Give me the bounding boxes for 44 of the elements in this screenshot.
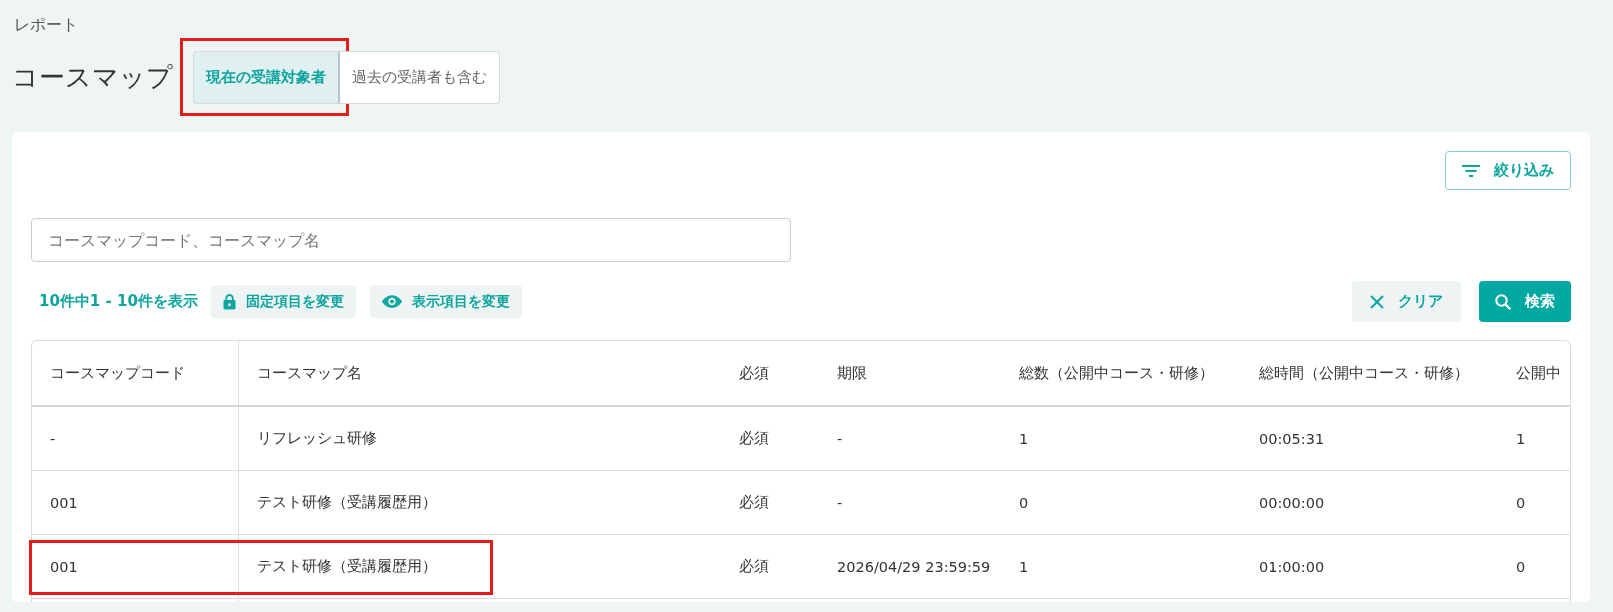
table-cell-text: 必須 <box>738 557 770 576</box>
table-cell: 001 <box>32 535 239 598</box>
tab[interactable]: 現在の受講対象者 <box>193 51 340 104</box>
result-count: 10件中1 - 10件を表示 <box>39 292 198 311</box>
table-cell-text: 00:00:00 <box>1258 493 1326 513</box>
table-cell-text: - <box>836 429 844 449</box>
column-header: 公開中 <box>1515 363 1562 383</box>
column-header: 必須 <box>738 363 770 383</box>
table-cell-text: テスト研修（受講履歴用） <box>256 493 438 512</box>
eye-icon <box>381 295 402 308</box>
column-header: コースマップ名 <box>256 363 363 383</box>
search-button[interactable]: 検索 <box>1479 281 1571 322</box>
table-cell-text: - <box>836 493 844 513</box>
table-cell-text: 0 <box>1018 493 1030 513</box>
filter-icon <box>1462 164 1480 177</box>
table-cell-text: 01:00:00 <box>1258 557 1326 577</box>
visible-columns-button[interactable]: 表示項目を変更 <box>369 285 522 318</box>
column-header: 総数（公開中コース・研修） <box>1018 363 1215 383</box>
close-icon <box>1370 294 1384 309</box>
lock-icon <box>222 293 236 310</box>
breadcrumb: レポート <box>13 15 79 35</box>
table-cell-text: 必須 <box>738 493 770 512</box>
column-header: 期限 <box>836 363 868 383</box>
fixed-columns-button[interactable]: 固定項目を変更 <box>210 285 356 318</box>
clear-button[interactable]: クリア <box>1352 281 1461 322</box>
table-cell-text: 必須 <box>738 429 770 448</box>
tab[interactable]: 過去の受講者も含む <box>340 51 500 104</box>
filter-button[interactable]: 絞り込み <box>1445 151 1571 190</box>
column-header: 総時間（公開中コース・研修） <box>1258 363 1470 383</box>
table-cell-text: 1 <box>1018 429 1030 449</box>
table-cell: 001 <box>32 471 239 534</box>
table-cell-text: リフレッシュ研修 <box>256 429 378 448</box>
search-field[interactable]: コースマップコード、コースマップ名 <box>31 218 791 262</box>
page-title: コースマップ <box>12 61 173 94</box>
table-cell-text: 2026/04/29 23:59:59 <box>836 557 992 577</box>
table-cell-text: テスト研修（受講履歴用） <box>256 557 438 576</box>
table-cell: - <box>32 407 239 470</box>
table-cell-text: 00:05:31 <box>1258 429 1326 449</box>
table-cell-text: 1 <box>1515 429 1527 449</box>
table-cell-text: 1 <box>1018 557 1030 577</box>
table-cell-text: 0 <box>1515 557 1527 577</box>
column-header: コースマップコード <box>32 341 239 405</box>
table-cell-text: 0 <box>1515 493 1527 513</box>
search-icon <box>1495 293 1511 310</box>
